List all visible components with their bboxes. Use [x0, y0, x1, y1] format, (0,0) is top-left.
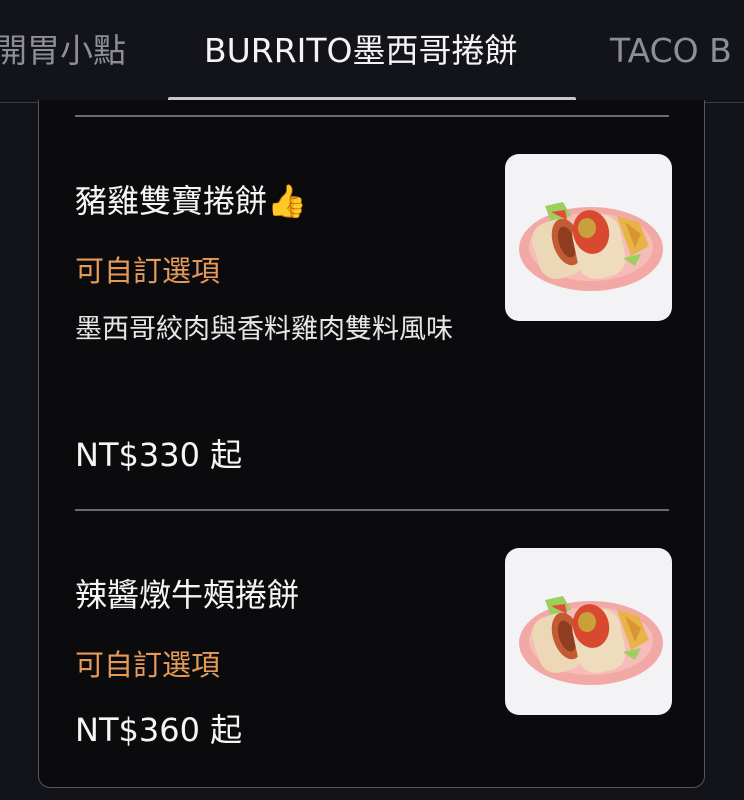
tab-taco[interactable]: TACO B: [610, 28, 732, 74]
tab-burrito[interactable]: BURRITO墨西哥捲餅: [204, 28, 518, 74]
item-customizable-label: 可自訂選項: [75, 254, 221, 288]
item-title: 辣醬燉牛頰捲餅: [75, 576, 300, 614]
category-tab-bar: 開胃小點 BURRITO墨西哥捲餅 TACO B: [0, 0, 744, 103]
burrito-plate-image[interactable]: [505, 548, 672, 715]
burrito-plate-image[interactable]: [505, 154, 672, 321]
item-description: 墨西哥絞肉與香料雞肉雙料風味: [75, 314, 453, 345]
item-title: 豬雞雙寶捲餅👍: [75, 182, 307, 220]
tab-appetizers[interactable]: 開胃小點: [0, 28, 126, 74]
item-divider: [75, 115, 669, 117]
item-price: NT$360 起: [75, 711, 243, 749]
menu-items-card: 豬雞雙寶捲餅👍 可自訂選項 墨西哥絞肉與香料雞肉雙料風味 NT$330 起 辣醬…: [38, 100, 705, 788]
item-customizable-label: 可自訂選項: [75, 648, 221, 682]
item-price: NT$330 起: [75, 436, 243, 474]
item-divider: [75, 509, 669, 511]
